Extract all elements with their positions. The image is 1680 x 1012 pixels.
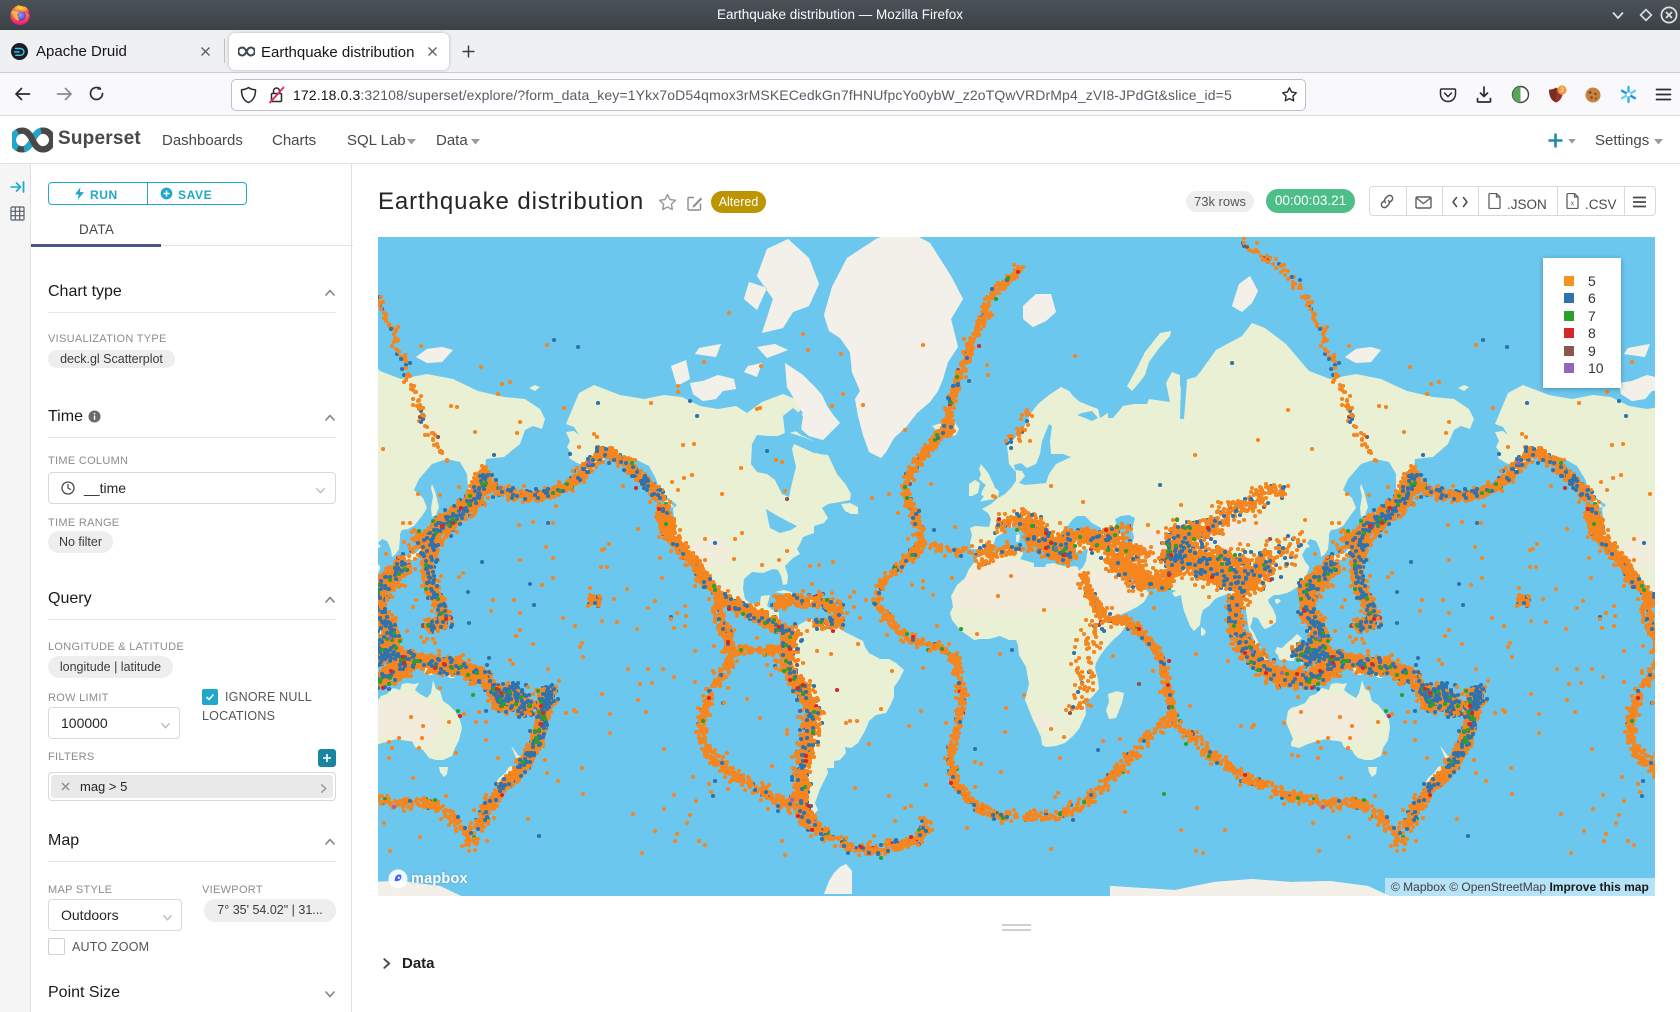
svg-text:x: x [1571, 201, 1575, 208]
svg-text:2: 2 [1560, 87, 1564, 94]
